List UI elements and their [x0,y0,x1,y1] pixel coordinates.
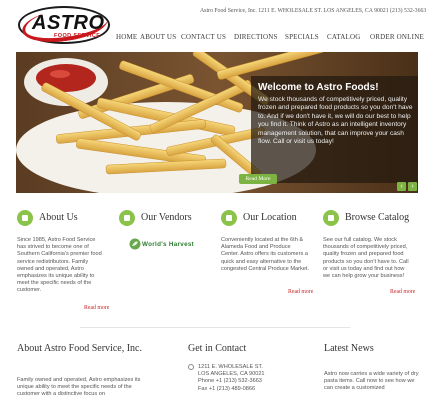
hero-read-more-button[interactable]: Read More [239,174,277,184]
location-icon [221,210,237,226]
feature-text: Conveniently located at the 6th & Alamed… [221,237,309,272]
nav-catalog[interactable]: CATALOG [327,33,361,41]
nav-specials[interactable]: SPECIALS [285,33,319,41]
phone-number[interactable]: Phone +1 (213) 532-3663 [198,378,265,385]
about-title: About Astro Food Service, Inc. [17,343,142,354]
nav-contact-us[interactable]: CONTACT US [181,33,226,41]
location-pin-icon [188,364,194,370]
worlds-harvest-logo[interactable]: World's Harvest [129,238,209,250]
section-divider [80,327,350,328]
feature-text: Since 1985, Astro Food Service has striv… [17,237,102,294]
hero-title: Welcome to Astro Foods! [258,82,379,93]
read-more-link[interactable]: Read more [288,289,313,295]
read-more-link[interactable]: Read more [84,305,109,311]
feature-text: See our full catalog. We stock thousands… [323,237,409,280]
hero-slider: Welcome to Astro Foods! We stock thousan… [16,52,418,193]
read-more-link[interactable]: Read more [390,289,415,295]
welcome-caption: Welcome to Astro Foods! We stock thousan… [251,76,418,183]
hero-body: We stock thousands of competitively pric… [258,96,413,146]
astro-logo[interactable]: ASTRO FOOD SERVICE [18,3,110,47]
nav-about-us[interactable]: ABOUT US [140,33,176,41]
news-text: Astro now carries a wide variety of dry … [324,371,419,392]
vendor-name: World's Harvest [142,241,195,248]
page: ASTRO FOOD SERVICE Astro Food Service, I… [0,0,428,403]
news-title: Latest News [324,343,374,354]
feature-title: Our Vendors [141,212,192,223]
catalog-icon [323,210,339,226]
nav-home[interactable]: HOME [116,33,137,41]
logo-subtitle: FOOD SERVICE [54,33,101,39]
about-text: Family owned and operated, Astro emphasi… [17,377,141,398]
address-line-1: 1211 E. WHOLESALE ST. [198,364,263,370]
slider-prev-icon[interactable]: ‹ [397,182,406,191]
address-line-2: LOS ANGELES, CA 90021 [198,371,265,378]
nav-order-online[interactable]: ORDER ONLINE [370,33,424,41]
leaf-icon [129,238,141,250]
nav-directions[interactable]: DIRECTIONS [234,33,278,41]
feature-title: Our Location [243,212,297,223]
logo-name: ASTRO [32,12,105,34]
contact-title: Get in Contact [188,343,247,354]
feature-title: Browse Catalog [345,212,410,223]
feature-title: About Us [39,212,78,223]
fax-number: Fax +1 (213) 489-0866 [198,385,256,392]
vendors-icon [119,210,135,226]
site-header: ASTRO FOOD SERVICE Astro Food Service, I… [0,0,428,50]
slider-next-icon[interactable]: › [408,182,417,191]
about-icon [17,210,33,226]
contact-address: 1211 E. WHOLESALE ST. LOS ANGELES, CA 90… [198,364,265,393]
header-contact-line: Astro Food Service, Inc. 1211 E. WHOLESA… [200,8,427,14]
